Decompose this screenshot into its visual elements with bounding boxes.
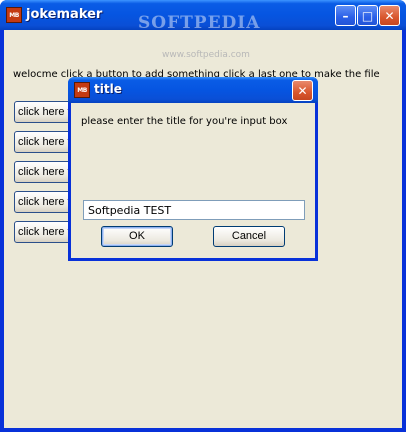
- dialog-app-icon: MB: [74, 82, 90, 98]
- make-file-button[interactable]: click here to make the file: [14, 221, 76, 243]
- maximize-button[interactable]: □: [357, 5, 378, 26]
- minimize-icon: –: [342, 8, 349, 23]
- dialog-titlebar[interactable]: MB title ✕: [68, 77, 318, 103]
- add-joke-button[interactable]: click here to add the joke: [14, 131, 76, 153]
- app-icon-text: MB: [9, 11, 19, 19]
- cancel-button[interactable]: Cancel: [213, 226, 285, 247]
- dialog-close-button[interactable]: ✕: [292, 80, 313, 101]
- maximize-icon: □: [361, 8, 374, 23]
- softpedia-url: www.softpedia.com: [162, 50, 250, 60]
- title-dialog: MB title ✕ please enter the title for yo…: [68, 77, 318, 261]
- dialog-client-area: please enter the title for you're input …: [71, 103, 315, 258]
- add-ending-button[interactable]: click here to add an ending: [14, 191, 76, 213]
- window-title: jokemaker: [26, 7, 103, 22]
- main-titlebar[interactable]: MB jokemaker SOFTPEDIA – □ ✕: [0, 0, 406, 33]
- dialog-close-icon: ✕: [297, 83, 308, 98]
- ok-button[interactable]: OK: [101, 226, 173, 247]
- close-icon: ✕: [384, 8, 395, 23]
- title-input[interactable]: [83, 200, 305, 220]
- dialog-title: title: [94, 82, 122, 96]
- close-button[interactable]: ✕: [379, 5, 400, 26]
- app-icon: MB: [6, 7, 22, 23]
- add-punchline-button[interactable]: click here to add a punchline: [14, 161, 76, 183]
- minimize-button[interactable]: –: [335, 5, 356, 26]
- add-greeting-button[interactable]: click here to add a greeting: [14, 101, 76, 123]
- dialog-app-icon-text: MB: [77, 86, 87, 94]
- dialog-prompt: please enter the title for you're input …: [81, 116, 288, 127]
